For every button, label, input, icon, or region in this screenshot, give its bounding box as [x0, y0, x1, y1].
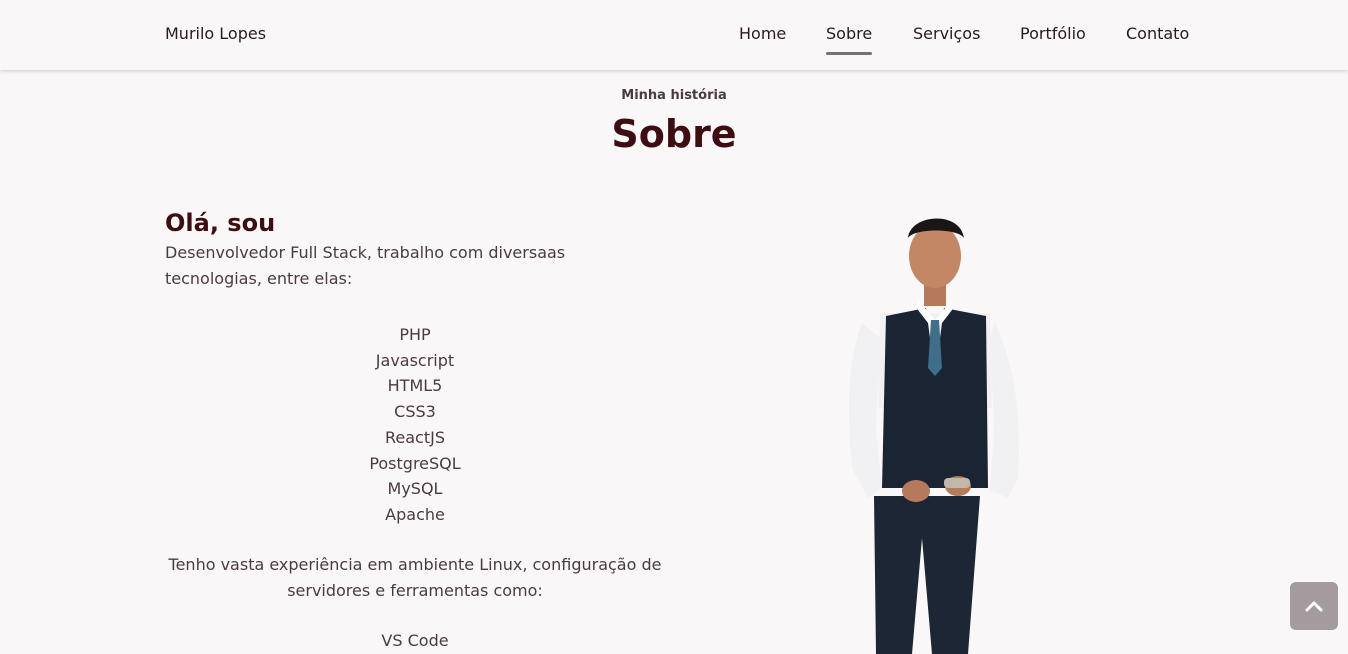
- back-to-top-button[interactable]: [1290, 582, 1338, 630]
- technology-list: PHP Javascript HTML5 CSS3 ReactJS Postgr…: [165, 322, 665, 528]
- about-text: Olá, sou Desenvolvedor Full Stack, traba…: [165, 206, 665, 653]
- list-item: VS Code: [381, 630, 449, 650]
- chevron-up-icon: [1305, 601, 1323, 612]
- profile-photo: [848, 218, 1019, 654]
- list-item: Apache: [385, 504, 445, 524]
- intro-text: Desenvolvedor Full Stack, trabalho com d…: [165, 243, 566, 288]
- section-title: Sobre: [611, 112, 737, 156]
- tools-list: VS Code: [165, 628, 665, 654]
- experience-text: Tenho vasta experiência em ambiente Linu…: [168, 554, 662, 600]
- section-subtitle: Minha história: [621, 88, 727, 103]
- list-item: PostgreSQL: [369, 453, 461, 473]
- greeting: Olá, sou: [165, 209, 276, 237]
- list-item: Javascript: [375, 350, 455, 370]
- nav-contato[interactable]: Contato: [1126, 24, 1189, 43]
- list-item: MySQL: [387, 479, 443, 499]
- list-item: HTML5: [387, 376, 443, 396]
- nav-sobre[interactable]: Sobre: [826, 24, 873, 55]
- nav-home[interactable]: Home: [739, 24, 786, 43]
- list-item: ReactJS: [385, 427, 445, 447]
- list-item: PHP: [399, 325, 431, 344]
- list-item: CSS3: [394, 402, 436, 422]
- nav-portfolio[interactable]: Portfólio: [1020, 24, 1086, 43]
- navbar: Murilo Lopes Home Sobre Serviços Portfól…: [0, 0, 1348, 70]
- nav-links: Home Sobre Serviços Portfólio Contato: [0, 24, 1348, 64]
- nav-servicos[interactable]: Serviços: [913, 24, 980, 43]
